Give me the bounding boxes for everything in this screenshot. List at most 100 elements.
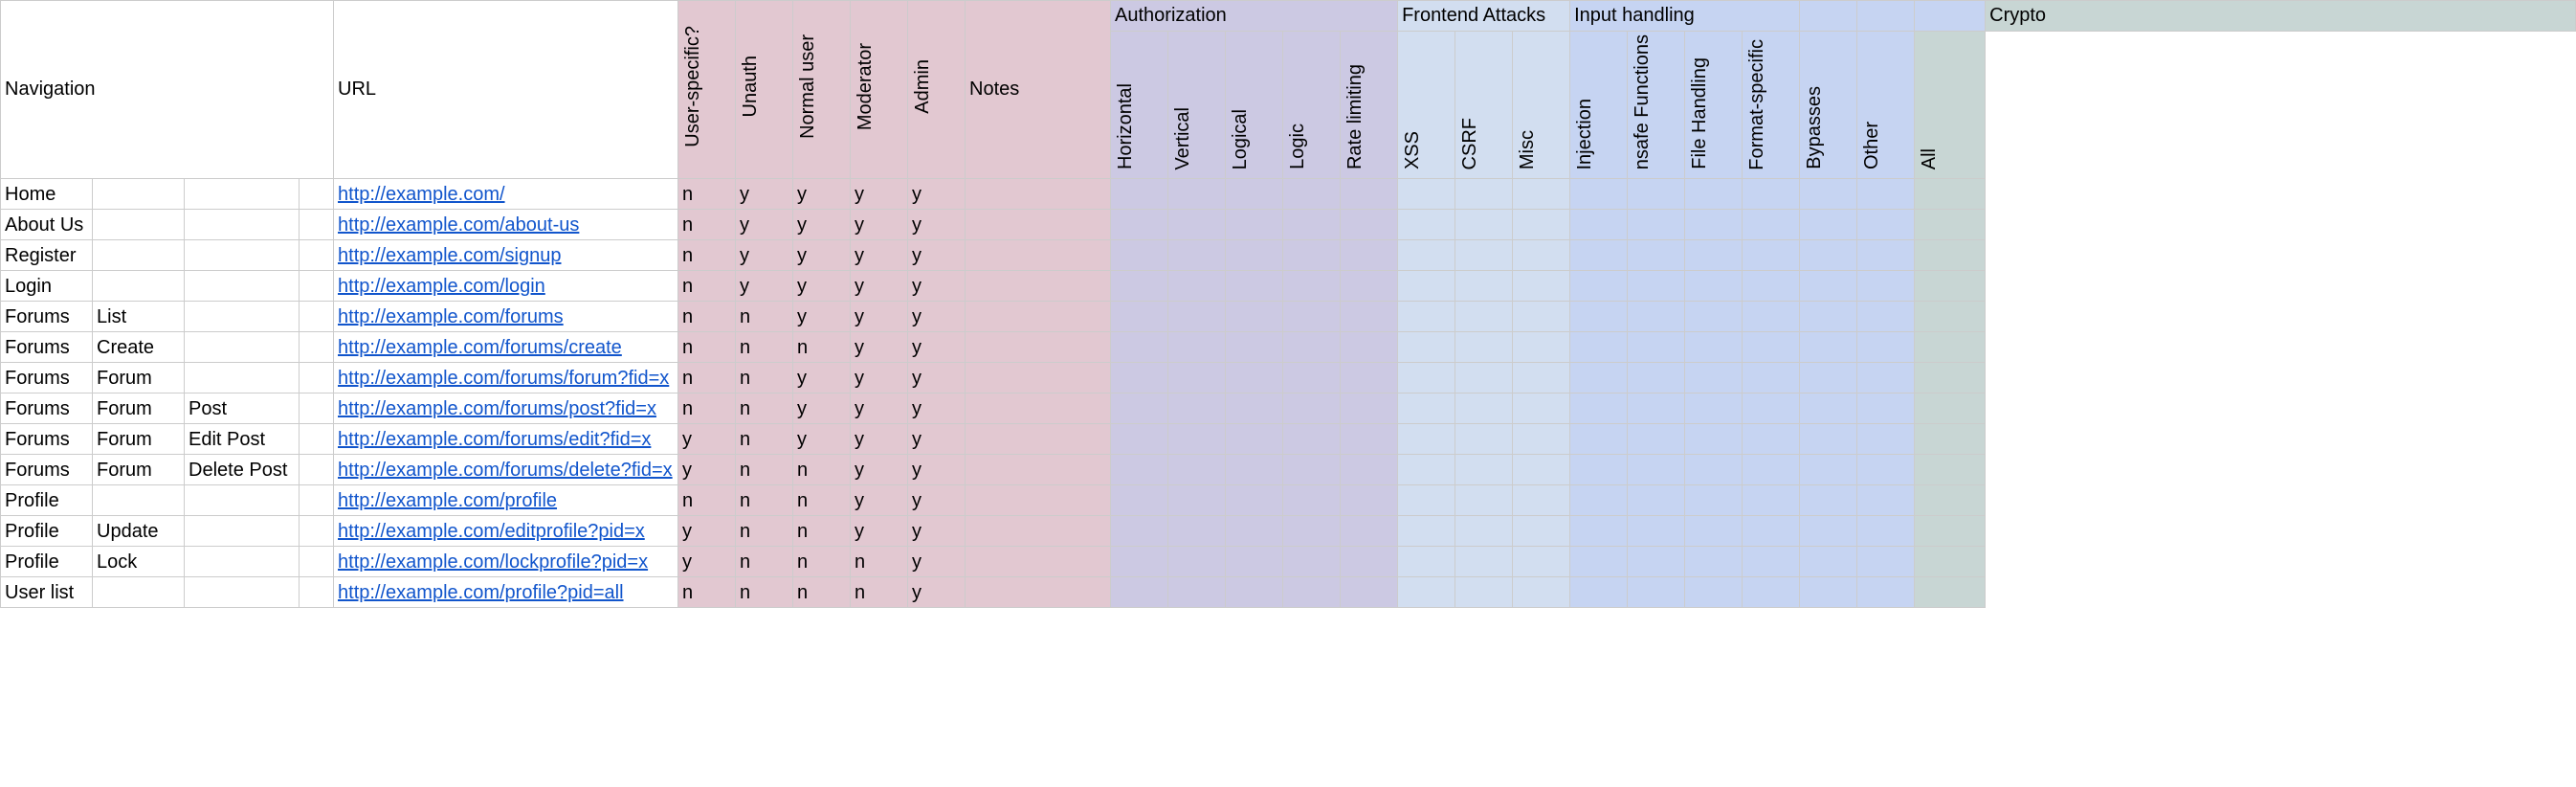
cell-url[interactable]: http://example.com/signup <box>334 240 678 271</box>
url-link[interactable]: http://example.com/ <box>338 184 505 205</box>
url-link[interactable]: http://example.com/signup <box>338 245 561 266</box>
cell-n2[interactable] <box>185 210 300 240</box>
cell-ad[interactable]: y <box>908 240 966 271</box>
cell-h[interactable] <box>1111 577 1168 608</box>
cell-mi[interactable] <box>1513 424 1570 455</box>
cell-bp[interactable] <box>1800 210 1857 240</box>
cell-ua[interactable]: y <box>736 271 793 302</box>
cell-n0[interactable]: User list <box>1 577 93 608</box>
cell-in[interactable] <box>1570 363 1628 394</box>
cell-url[interactable]: http://example.com/login <box>334 271 678 302</box>
cell-fh[interactable] <box>1685 302 1743 332</box>
cell-n3[interactable] <box>300 179 334 210</box>
cell-n1[interactable] <box>93 577 185 608</box>
cell-mi[interactable] <box>1513 363 1570 394</box>
cell-ot[interactable] <box>1857 332 1915 363</box>
cell-cs[interactable] <box>1455 302 1513 332</box>
cell-rl[interactable] <box>1341 547 1398 577</box>
cell-nf[interactable] <box>1628 210 1685 240</box>
cell-in[interactable] <box>1570 271 1628 302</box>
cell-al[interactable] <box>1915 179 1986 210</box>
cell-url[interactable]: http://example.com/forums/edit?fid=x <box>334 424 678 455</box>
cell-ot[interactable] <box>1857 271 1915 302</box>
cell-ad[interactable]: y <box>908 547 966 577</box>
cell-ua[interactable]: n <box>736 516 793 547</box>
cell-fh[interactable] <box>1685 332 1743 363</box>
url-link[interactable]: http://example.com/forums/edit?fid=x <box>338 429 651 450</box>
cell-n0[interactable]: Forums <box>1 455 93 485</box>
cell-v[interactable] <box>1168 210 1226 240</box>
cell-lo[interactable] <box>1283 179 1341 210</box>
cell-mi[interactable] <box>1513 271 1570 302</box>
cell-lg[interactable] <box>1226 179 1283 210</box>
cell-n2[interactable] <box>185 547 300 577</box>
cell-notes[interactable] <box>966 302 1111 332</box>
cell-rl[interactable] <box>1341 240 1398 271</box>
cell-n1[interactable]: Forum <box>93 394 185 424</box>
cell-bp[interactable] <box>1800 394 1857 424</box>
cell-fh[interactable] <box>1685 577 1743 608</box>
cell-fs[interactable] <box>1743 332 1800 363</box>
url-link[interactable]: http://example.com/profile?pid=all <box>338 582 624 603</box>
cell-nu[interactable]: y <box>793 394 851 424</box>
url-link[interactable]: http://example.com/profile <box>338 490 557 511</box>
cell-fs[interactable] <box>1743 424 1800 455</box>
cell-lo[interactable] <box>1283 271 1341 302</box>
cell-n1[interactable] <box>93 240 185 271</box>
cell-lg[interactable] <box>1226 302 1283 332</box>
cell-nu[interactable]: n <box>793 332 851 363</box>
cell-bp[interactable] <box>1800 363 1857 394</box>
cell-h[interactable] <box>1111 332 1168 363</box>
cell-n1[interactable] <box>93 210 185 240</box>
cell-n3[interactable] <box>300 302 334 332</box>
cell-notes[interactable] <box>966 240 1111 271</box>
cell-notes[interactable] <box>966 271 1111 302</box>
cell-n2[interactable] <box>185 577 300 608</box>
cell-fs[interactable] <box>1743 179 1800 210</box>
cell-ot[interactable] <box>1857 516 1915 547</box>
cell-notes[interactable] <box>966 363 1111 394</box>
cell-n3[interactable] <box>300 363 334 394</box>
cell-ad[interactable]: y <box>908 179 966 210</box>
cell-mi[interactable] <box>1513 455 1570 485</box>
cell-lo[interactable] <box>1283 455 1341 485</box>
cell-lg[interactable] <box>1226 210 1283 240</box>
cell-lo[interactable] <box>1283 577 1341 608</box>
cell-us[interactable]: n <box>678 363 736 394</box>
cell-in[interactable] <box>1570 302 1628 332</box>
cell-nu[interactable]: n <box>793 577 851 608</box>
cell-lo[interactable] <box>1283 302 1341 332</box>
cell-fh[interactable] <box>1685 485 1743 516</box>
cell-h[interactable] <box>1111 424 1168 455</box>
cell-in[interactable] <box>1570 210 1628 240</box>
cell-bp[interactable] <box>1800 179 1857 210</box>
cell-bp[interactable] <box>1800 332 1857 363</box>
cell-nu[interactable]: n <box>793 455 851 485</box>
cell-nf[interactable] <box>1628 424 1685 455</box>
cell-nu[interactable]: y <box>793 302 851 332</box>
cell-n1[interactable]: Create <box>93 332 185 363</box>
cell-ot[interactable] <box>1857 394 1915 424</box>
cell-us[interactable]: n <box>678 210 736 240</box>
cell-in[interactable] <box>1570 577 1628 608</box>
cell-n2[interactable] <box>185 179 300 210</box>
cell-notes[interactable] <box>966 210 1111 240</box>
cell-xs[interactable] <box>1398 455 1455 485</box>
cell-h[interactable] <box>1111 485 1168 516</box>
cell-n2[interactable]: Edit Post <box>185 424 300 455</box>
cell-nf[interactable] <box>1628 332 1685 363</box>
cell-cs[interactable] <box>1455 424 1513 455</box>
cell-mi[interactable] <box>1513 516 1570 547</box>
cell-nu[interactable]: n <box>793 485 851 516</box>
cell-n1[interactable]: Forum <box>93 363 185 394</box>
cell-us[interactable]: n <box>678 485 736 516</box>
cell-in[interactable] <box>1570 394 1628 424</box>
cell-fh[interactable] <box>1685 271 1743 302</box>
cell-v[interactable] <box>1168 271 1226 302</box>
cell-url[interactable]: http://example.com/lockprofile?pid=x <box>334 547 678 577</box>
cell-n0[interactable]: Forums <box>1 363 93 394</box>
cell-mo[interactable]: y <box>851 179 908 210</box>
cell-ad[interactable]: y <box>908 302 966 332</box>
cell-fh[interactable] <box>1685 394 1743 424</box>
cell-nf[interactable] <box>1628 302 1685 332</box>
